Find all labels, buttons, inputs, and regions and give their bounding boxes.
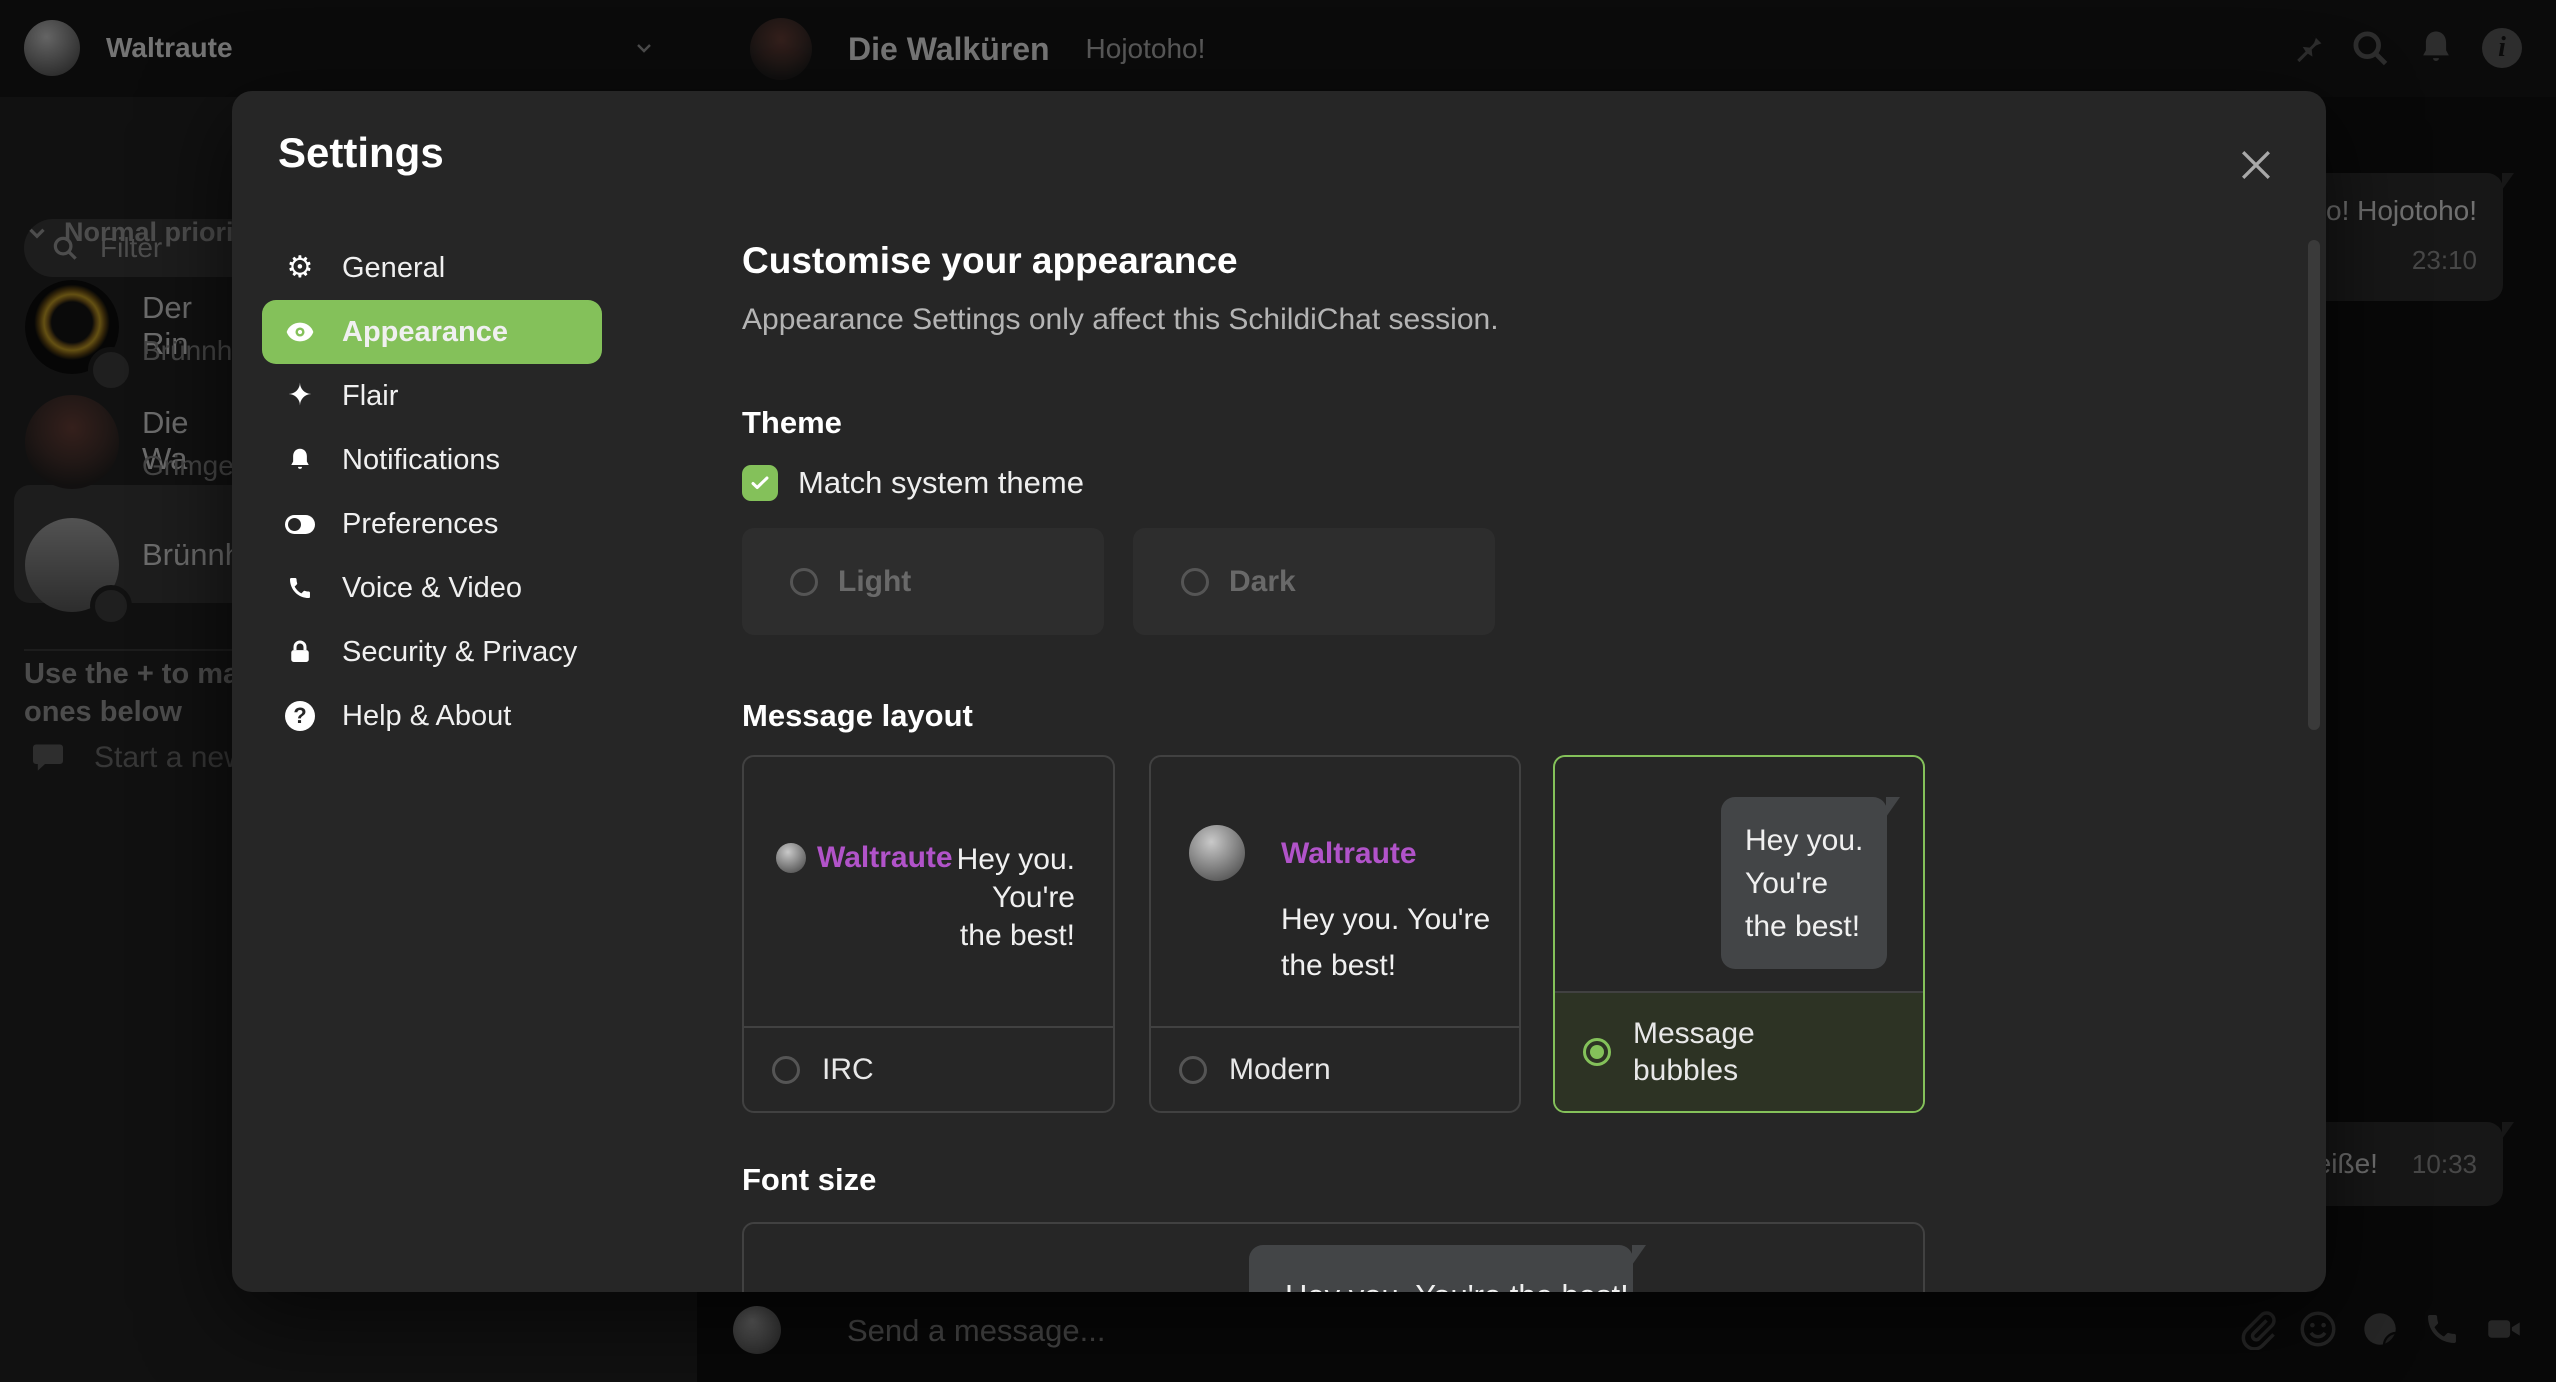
schildichat-window: Waltraute Die Walküren Hojotoho! i (0, 0, 2556, 1382)
font-size-card: Hey you. You're the best! (742, 1222, 1925, 1292)
settings-tab-voice-video[interactable]: Voice & Video (262, 556, 602, 620)
theme-option-light[interactable]: Light (742, 528, 1104, 635)
eye-icon (284, 316, 316, 348)
layout-option-irc[interactable]: Waltraute Hey you. You're the best! IRC (742, 755, 1115, 1113)
sender-avatar (776, 843, 806, 873)
checkbox-checked-icon[interactable] (742, 465, 778, 501)
toggle-icon (284, 508, 316, 540)
lock-icon (284, 636, 316, 668)
gear-icon: ⚙ (284, 252, 316, 284)
phone-icon (284, 572, 316, 604)
settings-tab-help[interactable]: ? Help & About (262, 684, 602, 748)
appearance-heading: Customise your appearance (742, 240, 1238, 282)
message-layout-heading: Message layout (742, 698, 973, 734)
settings-tab-security[interactable]: Security & Privacy (262, 620, 602, 684)
question-icon: ? (284, 700, 316, 732)
font-size-preview-bubble: Hey you. You're the best! (1249, 1245, 1633, 1292)
settings-tab-preferences[interactable]: Preferences (262, 492, 602, 556)
settings-tab-flair[interactable]: ✦ Flair (262, 364, 602, 428)
font-size-heading: Font size (742, 1162, 876, 1198)
radio-selected-icon[interactable] (1583, 1038, 1611, 1066)
settings-tab-general[interactable]: ⚙ General (262, 236, 602, 300)
layout-option-bubbles[interactable]: Hey you. You're the best! Message bubble… (1553, 755, 1925, 1113)
sender-avatar (1189, 825, 1245, 881)
radio-icon[interactable] (772, 1056, 800, 1084)
layout-option-modern[interactable]: Waltraute Hey you. You're the best! Mode… (1149, 755, 1521, 1113)
dialog-title: Settings (278, 129, 444, 177)
modern-preview: Waltraute Hey you. You're the best! (1151, 757, 1519, 1026)
preview-bubble: Hey you. You're the best! (1721, 797, 1887, 969)
radio-icon[interactable] (790, 568, 818, 596)
theme-heading: Theme (742, 405, 842, 441)
settings-tab-appearance[interactable]: Appearance (262, 300, 602, 364)
radio-icon[interactable] (1181, 568, 1209, 596)
radio-icon[interactable] (1179, 1056, 1207, 1084)
sparkle-icon: ✦ (284, 380, 316, 412)
match-system-theme[interactable]: Match system theme (742, 465, 1084, 501)
theme-option-dark[interactable]: Dark (1133, 528, 1495, 635)
settings-dialog: Settings ⚙ General Appearance ✦ Flair No… (232, 91, 2326, 1292)
appearance-subheading: Appearance Settings only affect this Sch… (742, 303, 1499, 337)
bell-icon (284, 444, 316, 476)
bubbles-preview: Hey you. You're the best! (1555, 757, 1923, 991)
irc-preview: Waltraute Hey you. You're the best! (744, 757, 1113, 1026)
close-icon[interactable] (2234, 143, 2278, 187)
modal-scrollbar-thumb[interactable] (2308, 240, 2320, 730)
settings-tab-notifications[interactable]: Notifications (262, 428, 602, 492)
